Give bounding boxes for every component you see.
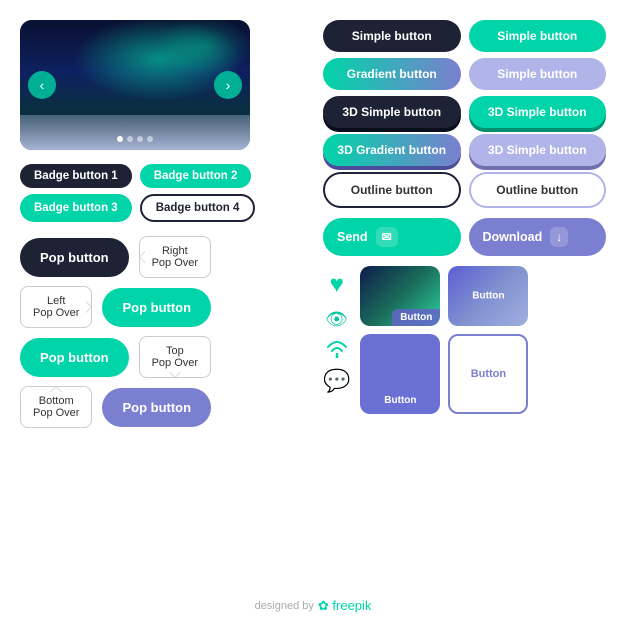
download-label: Download	[483, 230, 543, 244]
image-button-3[interactable]: Button	[360, 334, 440, 414]
3d-simple-button-purple[interactable]: 3D Simple button	[469, 134, 607, 166]
eye-icon: 👁	[325, 309, 348, 330]
btn-row-2: Gradient button Simple button	[323, 58, 606, 90]
badge-button-3[interactable]: Badge button 3	[20, 194, 132, 222]
carousel-dot[interactable]	[117, 136, 123, 142]
carousel-dot[interactable]	[127, 136, 133, 142]
image-button-1[interactable]: Button	[360, 266, 440, 326]
carousel-dot[interactable]	[147, 136, 153, 142]
badge-button-2[interactable]: Badge button 2	[140, 164, 252, 188]
image-button-1-label: Button	[392, 309, 440, 326]
3d-simple-button-dark[interactable]: 3D Simple button	[323, 96, 461, 128]
carousel-next-button[interactable]: ›	[214, 71, 242, 99]
wifi-icon	[325, 340, 349, 358]
carousel-dot[interactable]	[137, 136, 143, 142]
simple-button-light[interactable]: Simple button	[469, 58, 607, 90]
outline-button-purple[interactable]: Outline button	[469, 172, 607, 208]
bottom-popover: BottomPop Over	[20, 386, 92, 428]
right-popover: RightPop Over	[139, 236, 211, 278]
image-button-4-label: Button	[471, 368, 506, 380]
heart-icon: ♥	[330, 271, 344, 299]
freepik-brand: ✿ freepik	[318, 598, 372, 614]
outline-button-dark[interactable]: Outline button	[323, 172, 461, 208]
badge-buttons-section: Badge button 1 Badge button 2 Badge butt…	[20, 164, 303, 222]
carousel-prev-button[interactable]: ‹	[28, 71, 56, 99]
pop-button-2[interactable]: Pop button	[102, 288, 211, 327]
carousel: ‹ ›	[20, 20, 250, 150]
3d-simple-button-teal[interactable]: 3D Simple button	[469, 96, 607, 128]
image-button-4[interactable]: Button	[448, 334, 528, 414]
send-label: Send	[337, 230, 368, 244]
badge-row-1: Badge button 1 Badge button 2	[20, 164, 303, 188]
pop-row-3: Pop button TopPop Over	[20, 336, 303, 378]
image-button-3-label: Button	[384, 395, 416, 406]
badge-button-1[interactable]: Badge button 1	[20, 164, 132, 188]
pop-row-1: Pop button RightPop Over	[20, 236, 303, 278]
pop-button-1[interactable]: Pop button	[20, 238, 129, 277]
pop-row-4: BottomPop Over Pop button	[20, 386, 303, 428]
badge-button-4[interactable]: Badge button 4	[140, 194, 256, 222]
image-button-2[interactable]: Button	[448, 266, 528, 326]
left-popover: LeftPop Over	[20, 286, 92, 328]
btn-row-4: 3D Gradient button 3D Simple button	[323, 134, 606, 166]
simple-button-teal[interactable]: Simple button	[469, 20, 607, 52]
3d-gradient-button[interactable]: 3D Gradient button	[323, 134, 461, 166]
carousel-dots	[117, 136, 153, 142]
send-icon: ✉	[376, 227, 398, 247]
download-icon: ↓	[550, 227, 568, 247]
bottom-section: ♥ 👁 💬 Button	[323, 266, 606, 414]
pop-row-2: LeftPop Over Pop button	[20, 286, 303, 328]
btn-row-3: 3D Simple button 3D Simple button	[323, 96, 606, 128]
gradient-button[interactable]: Gradient button	[323, 58, 461, 90]
footer-text: designed by	[255, 600, 314, 612]
download-button[interactable]: Download ↓	[469, 218, 607, 256]
simple-button-dark[interactable]: Simple button	[323, 20, 461, 52]
badge-row-2: Badge button 3 Badge button 4	[20, 194, 303, 222]
footer: designed by ✿ freepik	[255, 598, 372, 614]
btn-row-5: Outline button Outline button	[323, 172, 606, 208]
top-popover: TopPop Over	[139, 336, 211, 378]
icons-column: ♥ 👁 💬	[323, 266, 350, 414]
image-buttons-grid: Button Button Button Button	[360, 266, 528, 414]
pop-button-4[interactable]: Pop button	[102, 388, 211, 427]
action-buttons-row: Send ✉ Download ↓	[323, 218, 606, 256]
pop-buttons-section: Pop button RightPop Over LeftPop Over Po…	[20, 236, 303, 428]
image-button-2-label: Button	[472, 291, 504, 302]
send-button[interactable]: Send ✉	[323, 218, 461, 256]
chat-icon: 💬	[323, 368, 350, 394]
button-grid: Simple button Simple button Gradient but…	[323, 20, 606, 208]
btn-row-1: Simple button Simple button	[323, 20, 606, 52]
pop-button-3[interactable]: Pop button	[20, 338, 129, 377]
